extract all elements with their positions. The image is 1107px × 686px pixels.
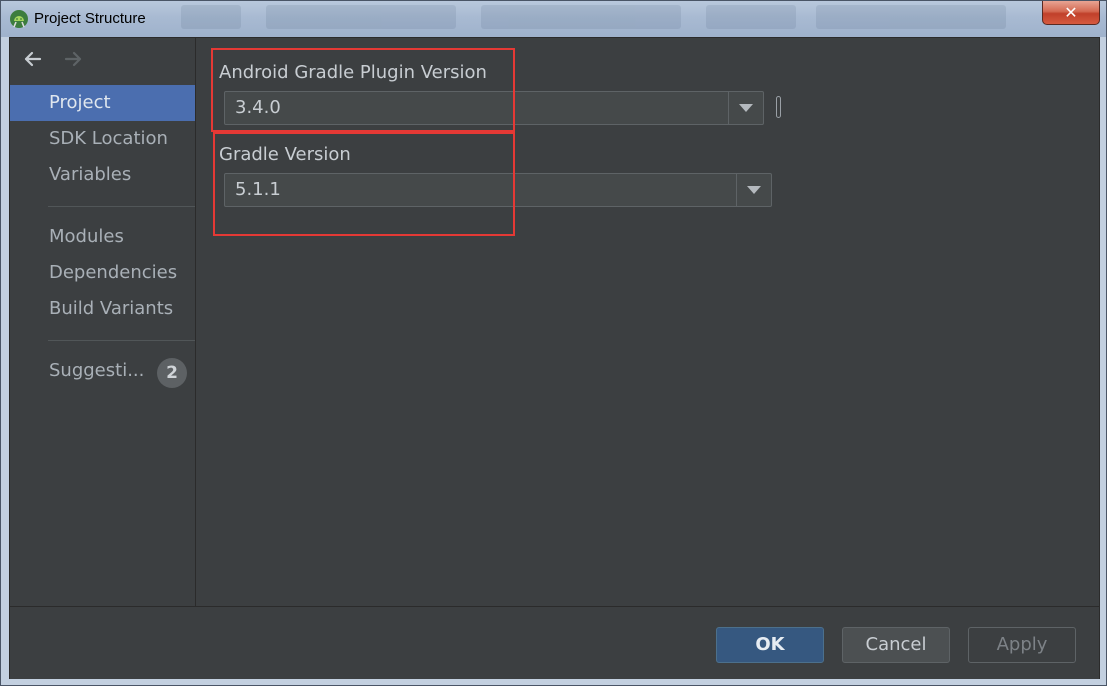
sidebar-divider	[48, 340, 195, 341]
suggestions-count-badge: 2	[157, 358, 187, 388]
ok-button[interactable]: OK	[716, 627, 824, 663]
window-title: Project Structure	[34, 10, 146, 27]
sidebar-divider	[48, 206, 195, 207]
dialog-button-bar: OK Cancel Apply	[10, 606, 1099, 679]
cancel-button[interactable]: Cancel	[842, 627, 950, 663]
sidebar-item-sdk-location[interactable]: SDK Location	[10, 121, 195, 157]
sidebar-item-project[interactable]: Project	[10, 85, 195, 121]
resize-handle[interactable]	[776, 96, 781, 118]
android-studio-icon	[10, 10, 28, 28]
dialog-content: Project SDK Location Variables Modules D…	[9, 37, 1100, 679]
highlight-box-plugin-version	[211, 48, 515, 132]
gradle-version-dropdown-button[interactable]	[736, 174, 771, 206]
title-bar[interactable]: Project Structure ✕	[1, 1, 1106, 37]
nav-arrows	[10, 46, 195, 72]
background-editor-tabs	[181, 3, 1021, 31]
close-icon: ✕	[1064, 3, 1078, 22]
sidebar: Project SDK Location Variables Modules D…	[10, 38, 196, 606]
back-arrow-icon[interactable]	[20, 46, 46, 72]
dropdown-arrow-icon	[739, 104, 753, 112]
sidebar-item-variables[interactable]: Variables	[10, 157, 195, 193]
apply-button[interactable]: Apply	[968, 627, 1076, 663]
plugin-version-dropdown-button[interactable]	[728, 92, 763, 124]
highlight-box-gradle-version	[213, 132, 515, 236]
close-button[interactable]: ✕	[1042, 1, 1100, 25]
project-structure-window: Project Structure ✕ Project SDK Location…	[0, 0, 1107, 686]
project-settings-panel: Android Gradle Plugin Version 3.4.0 Grad…	[196, 38, 1099, 606]
dropdown-arrow-icon	[747, 186, 761, 194]
sidebar-item-build-variants[interactable]: Build Variants	[10, 291, 195, 327]
sidebar-item-modules[interactable]: Modules	[10, 219, 195, 255]
forward-arrow-icon[interactable]	[60, 46, 86, 72]
sidebar-item-dependencies[interactable]: Dependencies	[10, 255, 195, 291]
